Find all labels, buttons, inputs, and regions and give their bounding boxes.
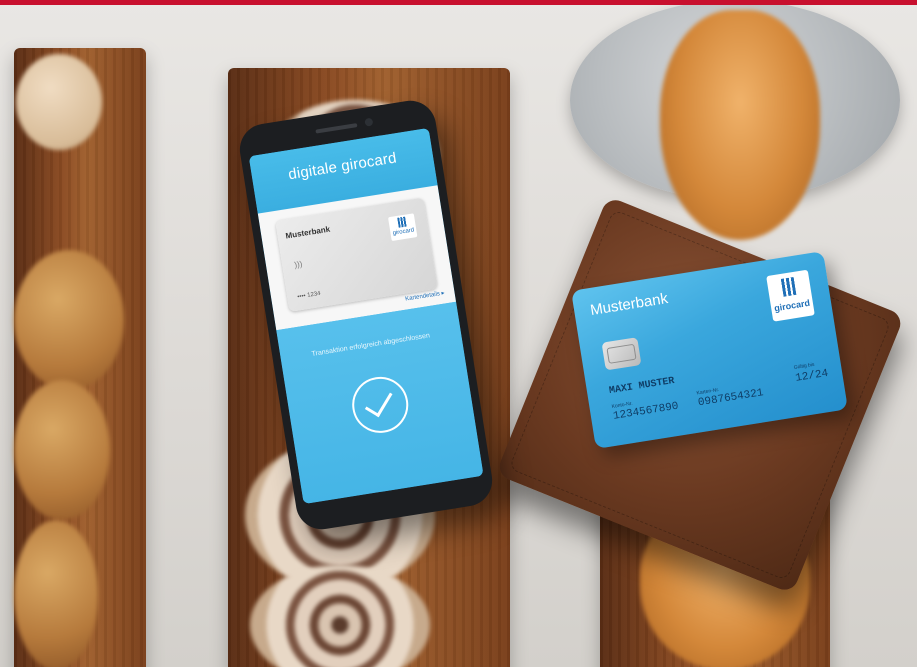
digital-card-bank: Musterbank	[284, 224, 331, 241]
digital-card-number: •••• 1234	[296, 290, 322, 301]
phone-speaker	[315, 123, 358, 134]
girocard-logo-text: girocard	[773, 297, 811, 314]
phone-camera	[364, 117, 374, 127]
croissant	[660, 10, 820, 240]
transaction-status-text: Transaktion erfolgreich abgeschlossen	[311, 332, 431, 358]
cardholder-name: MAXI MUSTER	[608, 375, 676, 398]
girocard-logo-text: girocard	[392, 227, 415, 237]
card-bank-name: Musterbank	[589, 289, 670, 320]
cookie	[16, 54, 102, 150]
transaction-status-area: Transaktion erfolgreich abgeschlossen	[276, 301, 484, 505]
chip-icon	[601, 337, 642, 371]
girocard-logo-icon: girocard	[766, 269, 815, 322]
girocard-logo-icon: girocard	[387, 213, 418, 242]
app-title: digitale girocard	[287, 149, 398, 184]
product-photo-scene: digitale girocard Musterbank ))) •••• 12…	[0, 0, 917, 667]
cookie	[14, 520, 98, 667]
accent-top-bar	[0, 0, 917, 5]
valid-until: 12/24	[794, 367, 830, 385]
cookie	[14, 380, 110, 520]
checkmark-circle-icon	[348, 372, 413, 437]
contactless-icon: )))	[293, 259, 303, 270]
cookie	[14, 250, 124, 390]
